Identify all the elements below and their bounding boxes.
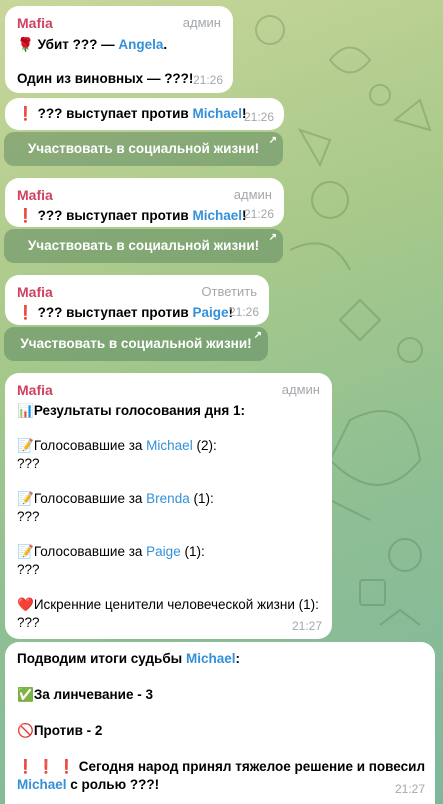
mention-link[interactable]: Angela bbox=[118, 37, 163, 52]
bar-chart-icon: 📊 bbox=[17, 403, 34, 418]
external-link-icon: ↗ bbox=[253, 330, 262, 341]
check-mark-icon: ✅ bbox=[17, 687, 34, 702]
message-bubble[interactable]: ❗ ??? выступает против Michael! 21:26 bbox=[5, 98, 284, 130]
memo-icon: 📝 bbox=[17, 491, 34, 506]
against-count: 🚫Против - 2 bbox=[17, 723, 103, 738]
sender-name[interactable]: Mafia bbox=[17, 187, 53, 203]
message-text: Один из виновных — ???! bbox=[17, 71, 194, 86]
verdict-text: ❗ ❗ ❗ Сегодня народ принял тяжелое решен… bbox=[17, 759, 426, 774]
message-time: 21:27 bbox=[394, 782, 425, 796]
message-bubble[interactable]: Mafia админ ❗ ??? выступает против Micha… bbox=[5, 178, 284, 227]
mention-link[interactable]: Michael bbox=[146, 438, 193, 453]
exclamation-icon: ❗ bbox=[17, 106, 34, 121]
mention-link[interactable]: Brenda bbox=[146, 491, 190, 506]
vote-group-voters: ??? bbox=[17, 562, 40, 577]
vote-results-title: 📊Результаты голосования дня 1: bbox=[17, 403, 246, 418]
message-text: 🌹 Убит ??? — Angela. bbox=[17, 37, 168, 52]
external-link-icon: ↗ bbox=[268, 232, 277, 243]
exclamation-icon: ❗ bbox=[17, 305, 34, 320]
mention-link[interactable]: Michael bbox=[186, 651, 236, 666]
participate-button[interactable]: Участвовать в социальной жизни! ↗ bbox=[4, 327, 268, 361]
message-bubble[interactable]: Mafia админ 🌹 Убит ??? — Angela. Один из… bbox=[5, 6, 233, 93]
sender-name[interactable]: Mafia bbox=[17, 15, 53, 31]
vote-group-voters: ??? bbox=[17, 509, 40, 524]
hearts-group-header: ❤️Искренние ценители человеческой жизни … bbox=[17, 597, 319, 612]
rose-icon: 🌹 bbox=[17, 37, 34, 52]
exclamation-icon: ❗ bbox=[37, 759, 55, 774]
sender-name[interactable]: Mafia bbox=[17, 284, 53, 300]
exclamation-icon: ❗ bbox=[17, 759, 34, 774]
verdict-text: Michael с ролью ???! bbox=[17, 777, 160, 792]
for-count: ✅За линчевание - 3 bbox=[17, 687, 153, 702]
message-text: ❗ ??? выступает против Michael! bbox=[17, 106, 247, 121]
vote-group-voters: ??? bbox=[17, 456, 40, 471]
external-link-icon: ↗ bbox=[268, 135, 277, 146]
admin-label: админ bbox=[182, 15, 221, 30]
message-text: ❗ ??? выступает против Michael! bbox=[17, 208, 247, 223]
message-time: 21:27 bbox=[291, 619, 322, 633]
message-bubble[interactable]: Подводим итоги судьбы Michael: ✅За линче… bbox=[5, 642, 435, 804]
mention-link[interactable]: Michael bbox=[193, 208, 243, 223]
exclamation-icon: ❗ bbox=[17, 208, 34, 223]
message-text: ❗ ??? выступает против Paige! bbox=[17, 305, 234, 320]
verdict-title: Подводим итоги судьбы Michael: bbox=[17, 651, 240, 666]
message-bubble[interactable]: Mafia админ 📊Результаты голосования дня … bbox=[5, 373, 332, 639]
admin-label: админ bbox=[281, 382, 320, 397]
message-bubble[interactable]: Mafia Ответить ❗ ??? выступает против Pa… bbox=[5, 275, 269, 325]
mention-link[interactable]: Paige bbox=[193, 305, 229, 320]
heart-icon: ❤️ bbox=[17, 597, 34, 612]
vote-group-header: 📝Голосовавшие за Michael (2): bbox=[17, 438, 217, 453]
sender-name[interactable]: Mafia bbox=[17, 382, 53, 398]
admin-label: админ bbox=[233, 187, 272, 202]
participate-button[interactable]: Участвовать в социальной жизни! ↗ bbox=[4, 132, 283, 166]
mention-link[interactable]: Michael bbox=[193, 106, 243, 121]
message-time: 21:26 bbox=[192, 73, 223, 87]
hearts-group-voters: ??? bbox=[17, 615, 40, 630]
prohibited-icon: 🚫 bbox=[17, 723, 34, 738]
mention-link[interactable]: Paige bbox=[146, 544, 181, 559]
memo-icon: 📝 bbox=[17, 438, 34, 453]
exclamation-icon: ❗ bbox=[58, 759, 75, 774]
reply-label[interactable]: Ответить bbox=[201, 283, 257, 301]
mention-link[interactable]: Michael bbox=[17, 777, 67, 792]
vote-group-header: 📝Голосовавшие за Paige (1): bbox=[17, 544, 205, 559]
participate-button[interactable]: Участвовать в социальной жизни! ↗ bbox=[4, 229, 283, 263]
vote-group-header: 📝Голосовавшие за Brenda (1): bbox=[17, 491, 214, 506]
memo-icon: 📝 bbox=[17, 544, 34, 559]
